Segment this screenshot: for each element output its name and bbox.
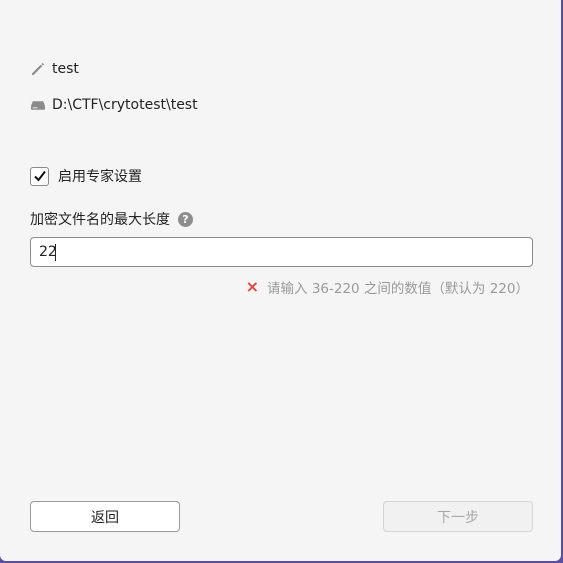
pencil-icon <box>30 61 46 77</box>
back-button[interactable]: 返回 <box>30 501 180 532</box>
error-x-icon: × <box>245 277 260 296</box>
setup-dialog: test D:\CTF\crytotest\test 启用专家设置 加密文件名的… <box>0 0 561 561</box>
drive-icon <box>30 97 46 113</box>
vault-path: D:\CTF\crytotest\test <box>52 97 198 113</box>
expert-settings-checkbox[interactable] <box>30 166 49 186</box>
checkmark-icon <box>33 170 46 182</box>
help-icon[interactable]: ? <box>178 211 193 227</box>
vault-name: test <box>52 61 79 77</box>
vault-path-row: D:\CTF\crytotest\test <box>30 97 198 113</box>
max-length-label: 加密文件名的最大长度 <box>30 212 170 228</box>
max-length-label-row: 加密文件名的最大长度 ? <box>30 209 193 229</box>
vault-name-row: test <box>30 61 79 77</box>
validation-error: × 请输入 36-220 之间的数值（默认为 220） <box>245 277 529 298</box>
text-caret <box>55 244 56 261</box>
validation-error-text: 请输入 36-220 之间的数值（默认为 220） <box>267 281 529 297</box>
expert-settings-toggle[interactable]: 启用专家设置 <box>30 166 142 186</box>
expert-settings-label: 启用专家设置 <box>58 169 142 185</box>
max-length-input[interactable] <box>30 237 533 267</box>
next-button[interactable]: 下一步 <box>383 501 533 532</box>
